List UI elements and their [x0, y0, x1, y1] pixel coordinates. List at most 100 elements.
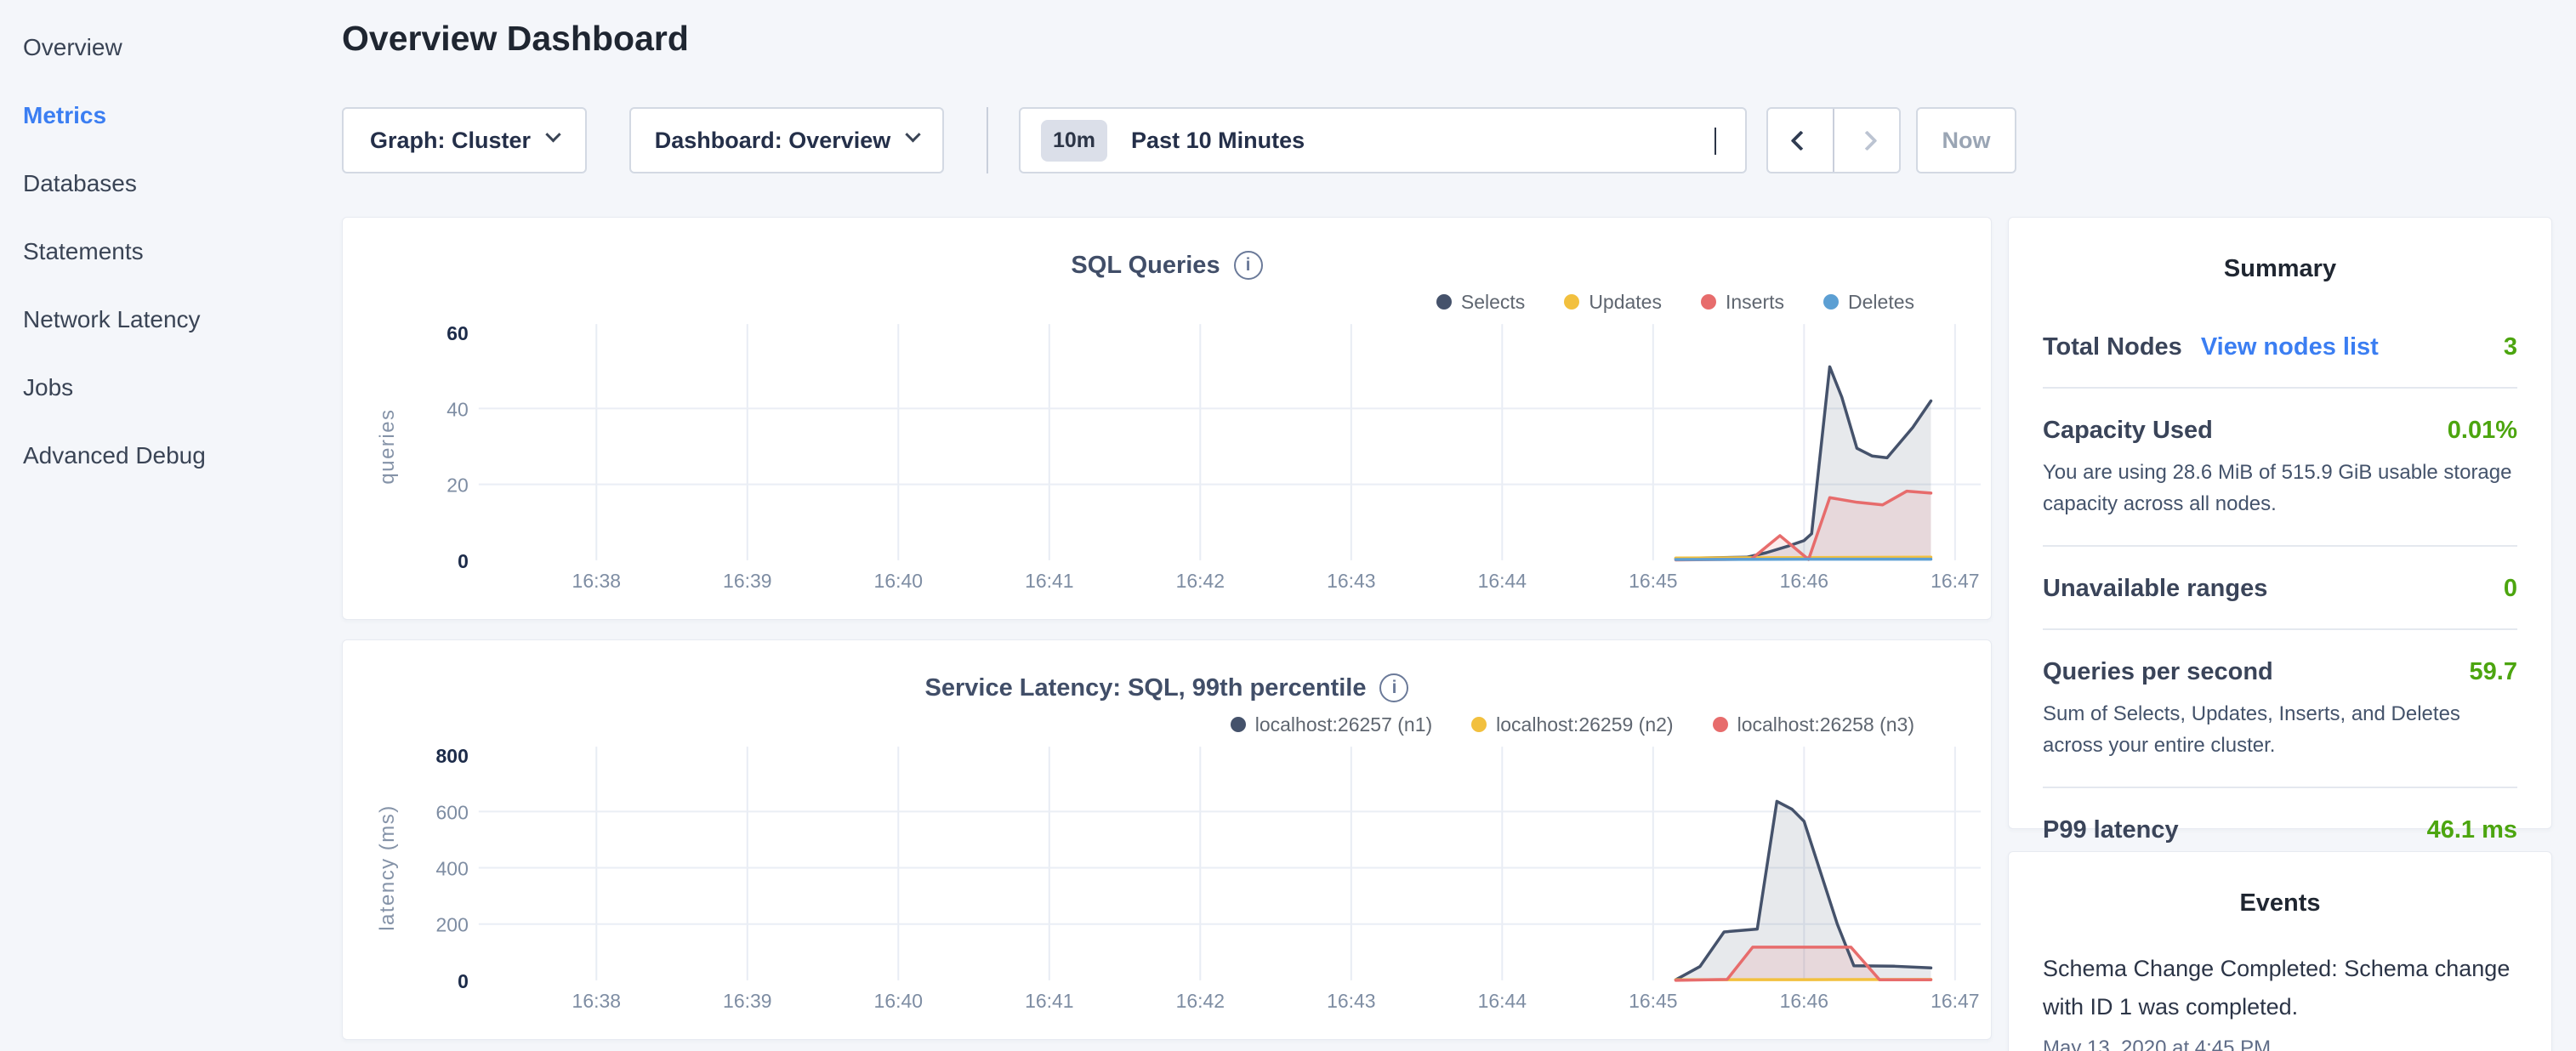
time-window-selector[interactable]: 10m Past 10 Minutes — [1019, 107, 1747, 173]
sql-queries-chart-card: SQL Queries i Selects Updates Inserts Delet… — [342, 217, 1992, 620]
chart-title: SQL Queries — [1071, 252, 1220, 280]
prev-time-button[interactable] — [1768, 109, 1833, 172]
svg-text:200: 200 — [436, 914, 469, 936]
event-item[interactable]: Schema Change Completed: Schema change w… — [2043, 950, 2517, 1051]
svg-text:20: 20 — [446, 474, 469, 497]
svg-text:400: 400 — [436, 858, 469, 880]
svg-text:600: 600 — [436, 801, 469, 823]
svg-text:16:43: 16:43 — [1327, 990, 1375, 1012]
time-window-badge: 10m — [1041, 120, 1107, 162]
events-panel: Events Schema Change Completed: Schema c… — [2008, 851, 2552, 1051]
summary-row: Capacity Used 0.01% You are using 28.6 M… — [2043, 389, 2517, 547]
summary-row-description: Sum of Selects, Updates, Inserts, and De… — [2043, 698, 2517, 761]
toolbar-divider — [987, 107, 988, 173]
sidebar-item-statements[interactable]: Statements — [0, 218, 340, 286]
sidebar-item-network-latency[interactable]: Network Latency — [0, 286, 340, 354]
chart-legend: Selects Updates Inserts Deletes — [343, 284, 1991, 320]
legend-item[interactable]: localhost:26259 (n2) — [1471, 713, 1673, 736]
time-step-buttons — [1766, 107, 1901, 173]
chevron-down-icon — [1714, 128, 1716, 154]
sidebar-item-label: Databases — [23, 170, 137, 196]
service-latency-chart-card: Service Latency: SQL, 99th percentile i … — [342, 639, 1992, 1040]
svg-text:16:46: 16:46 — [1780, 570, 1828, 592]
chevron-down-icon — [545, 127, 560, 142]
svg-text:16:39: 16:39 — [723, 990, 771, 1012]
sidebar-item-label: Jobs — [23, 374, 73, 401]
legend-dot-icon — [1564, 294, 1579, 310]
summary-panel: Summary Total Nodes View nodes list 3 Ca… — [2008, 217, 2552, 829]
legend-label: Inserts — [1726, 291, 1784, 314]
legend-dot-icon — [1823, 294, 1839, 310]
toolbar: Graph: Cluster Dashboard: Overview 10m P… — [342, 107, 2213, 173]
summary-row-label: Queries per second — [2043, 658, 2273, 686]
svg-text:16:40: 16:40 — [874, 990, 923, 1012]
legend-label: Deletes — [1848, 291, 1914, 314]
sidebar-item-advanced-debug[interactable]: Advanced Debug — [0, 422, 340, 490]
svg-text:0: 0 — [458, 550, 469, 572]
info-icon[interactable]: i — [1379, 673, 1408, 702]
chart-legend: localhost:26257 (n1) localhost:26259 (n2)… — [343, 707, 1991, 742]
summary-row-value: 46.1 ms — [2427, 816, 2517, 844]
summary-row-label: P99 latency — [2043, 816, 2179, 844]
svg-text:queries: queries — [376, 408, 399, 484]
now-button[interactable]: Now — [1916, 107, 2016, 173]
svg-text:16:40: 16:40 — [874, 570, 923, 592]
summary-row-label: Total Nodes — [2043, 333, 2182, 361]
sidebar-nav: Overview Metrics Databases Statements Ne… — [0, 0, 340, 1051]
svg-text:16:42: 16:42 — [1176, 990, 1225, 1012]
summary-row: Total Nodes View nodes list 3 — [2043, 305, 2517, 389]
svg-text:latency (ms): latency (ms) — [376, 804, 399, 931]
dashboard-dropdown[interactable]: Dashboard: Overview — [629, 107, 944, 173]
summary-row-value: 0 — [2504, 575, 2517, 603]
svg-text:16:42: 16:42 — [1176, 570, 1225, 592]
legend-item[interactable]: Deletes — [1823, 291, 1914, 314]
legend-item[interactable]: Updates — [1564, 291, 1662, 314]
legend-dot-icon — [1436, 294, 1452, 310]
db-console-page: Overview Metrics Databases Statements Ne… — [0, 0, 2576, 1051]
event-timestamp: May 13, 2020 at 4:45 PM — [2043, 1037, 2517, 1051]
sidebar-item-metrics[interactable]: Metrics — [0, 82, 340, 150]
next-time-button[interactable] — [1833, 109, 1899, 172]
view-nodes-list-link[interactable]: View nodes list — [2201, 333, 2379, 361]
chevron-left-icon — [1790, 130, 1811, 151]
graph-scope-dropdown[interactable]: Graph: Cluster — [342, 107, 587, 173]
legend-item[interactable]: localhost:26258 (n3) — [1713, 713, 1914, 736]
event-text: Schema Change Completed: Schema change w… — [2043, 950, 2517, 1026]
sidebar-item-overview[interactable]: Overview — [0, 14, 340, 82]
svg-text:60: 60 — [446, 322, 469, 344]
sidebar-item-label: Overview — [23, 34, 122, 60]
page-title: Overview Dashboard — [342, 19, 689, 59]
sidebar-item-label: Network Latency — [23, 306, 201, 332]
sidebar-item-databases[interactable]: Databases — [0, 150, 340, 218]
legend-label: Selects — [1461, 291, 1525, 314]
svg-text:16:43: 16:43 — [1327, 570, 1375, 592]
summary-rows: Total Nodes View nodes list 3 Capacity U… — [2043, 305, 2517, 872]
svg-text:16:45: 16:45 — [1629, 990, 1677, 1012]
legend-label: localhost:26258 (n3) — [1737, 713, 1914, 736]
svg-text:800: 800 — [436, 745, 469, 767]
summary-row: Unavailable ranges 0 — [2043, 547, 2517, 630]
legend-item[interactable]: Selects — [1436, 291, 1525, 314]
svg-text:40: 40 — [446, 398, 469, 420]
legend-label: localhost:26259 (n2) — [1496, 713, 1673, 736]
legend-item[interactable]: Inserts — [1701, 291, 1784, 314]
sidebar-item-jobs[interactable]: Jobs — [0, 354, 340, 422]
chart-canvas: 16:3816:3916:4016:4116:4216:4316:4416:45… — [343, 742, 1991, 1040]
legend-dot-icon — [1231, 717, 1246, 732]
legend-item[interactable]: localhost:26257 (n1) — [1231, 713, 1432, 736]
svg-text:16:38: 16:38 — [572, 570, 621, 592]
svg-text:16:41: 16:41 — [1025, 570, 1073, 592]
summary-row-value: 3 — [2504, 333, 2517, 361]
svg-text:16:45: 16:45 — [1629, 570, 1677, 592]
sidebar-item-label: Statements — [23, 238, 144, 264]
summary-row: Queries per second 59.7 Sum of Selects, … — [2043, 630, 2517, 788]
info-icon[interactable]: i — [1234, 251, 1263, 280]
sidebar-item-label: Advanced Debug — [23, 442, 206, 469]
events-title: Events — [2043, 852, 2517, 917]
svg-text:16:41: 16:41 — [1025, 990, 1073, 1012]
summary-row-description: You are using 28.6 MiB of 515.9 GiB usab… — [2043, 457, 2517, 520]
legend-label: localhost:26257 (n1) — [1255, 713, 1432, 736]
svg-text:16:46: 16:46 — [1780, 990, 1828, 1012]
svg-text:16:38: 16:38 — [572, 990, 621, 1012]
legend-dot-icon — [1701, 294, 1716, 310]
